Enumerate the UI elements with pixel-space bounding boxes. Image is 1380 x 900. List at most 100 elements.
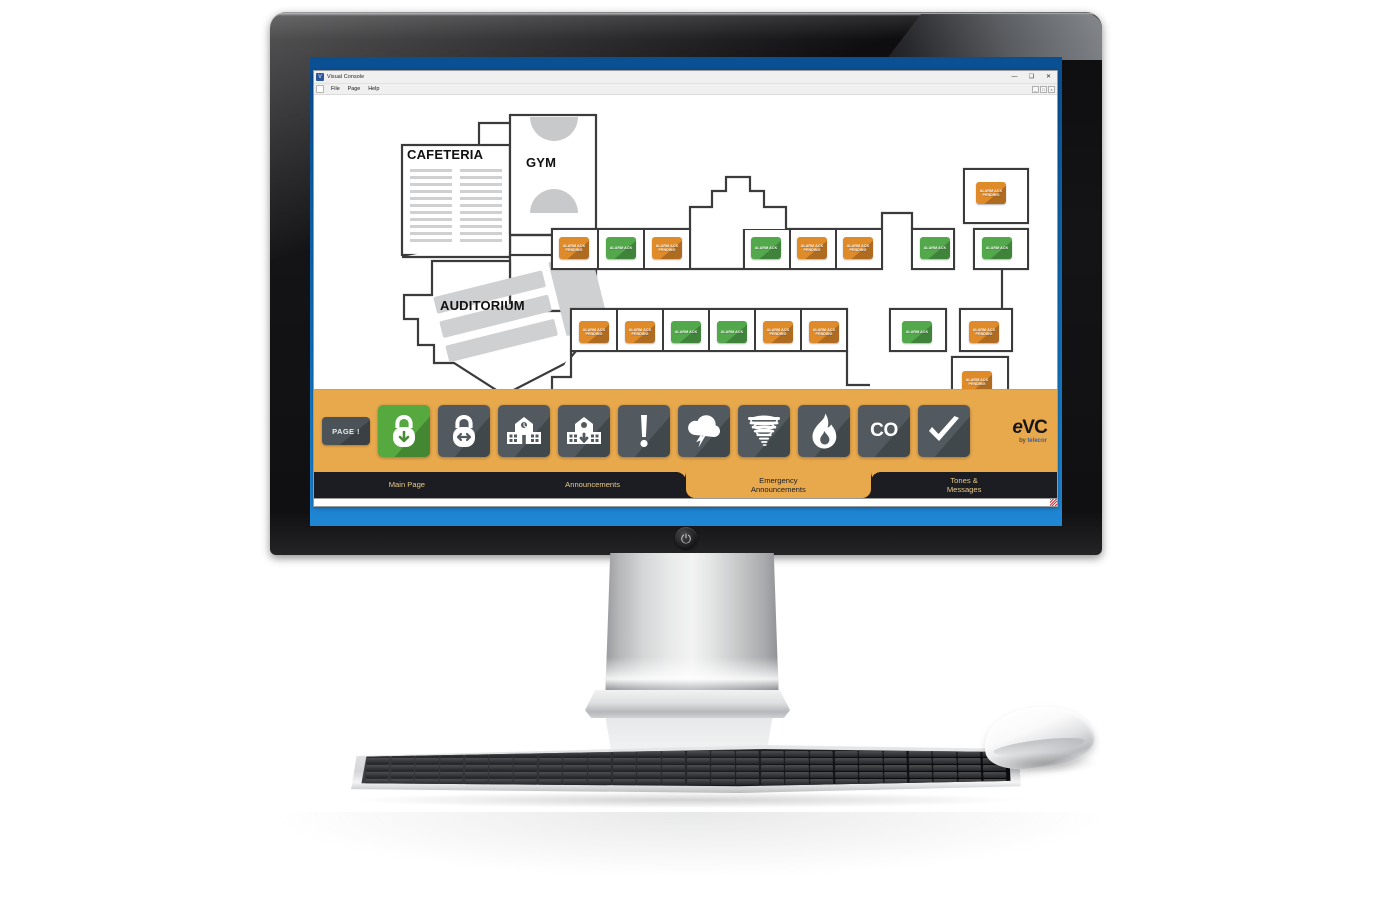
window-titlebar[interactable]: V Visual Console — ❑ ✕ [314,71,1057,84]
alarm-button-ack[interactable]: ALARM ACK [671,321,701,343]
monitor-power-button[interactable]: ⏻ [675,527,697,549]
power-icon: ⏻ [680,530,692,546]
school-evacuate-icon [506,416,542,446]
alarm-button-label: ALARM ACK PENDING [766,327,790,336]
alarm-button-label: ALARM ACK PENDING [979,188,1003,197]
window-title: Visual Console [327,74,365,80]
alarm-button-ack[interactable]: ALARM ACK [717,321,747,343]
doc-close-button[interactable]: × [1048,85,1055,93]
tagline-brand: telecor [1027,438,1047,444]
tornado-icon [747,414,781,448]
shelter-in-place-button[interactable] [558,405,610,457]
application-icon: V [316,73,324,81]
document-window-controls[interactable]: _ □ × [1032,85,1057,93]
alarm-button-pending[interactable]: ALARM ACK PENDING [843,237,873,259]
alarm-button-pending[interactable]: ALARM ACK PENDING [579,321,609,343]
alarm-button-label: ALARM ACK PENDING [846,243,870,252]
padlock-horizontal-arrows-icon [449,414,479,448]
lockdown-button[interactable] [378,405,430,457]
doc-minimize-button[interactable]: _ [1032,85,1039,93]
keyboard-key-grid [365,751,1006,785]
storm-cloud-lightning-icon [685,415,723,447]
general-alert-button[interactable] [618,405,670,457]
monitor-stand-neck [605,553,779,703]
menu-page[interactable]: Page [344,85,365,93]
tab-label: Main Page [388,480,426,490]
resize-grip[interactable] [1050,499,1057,506]
alarm-button-label: ALARM ACK PENDING [972,327,996,336]
monitor-stand-base [585,690,790,718]
tab-label-line2: Announcements [750,485,806,494]
tornado-button[interactable] [738,405,790,457]
alarm-button-pending[interactable]: ALARM ACK PENDING [797,237,827,259]
desk-reflection [280,812,1100,876]
maximize-button[interactable]: ❑ [1023,71,1040,84]
page-button-label: PAGE ! [332,426,360,436]
tab-main-page[interactable]: Main Page [314,472,500,498]
alarm-button-label: ALARM ACK [609,245,633,250]
alarm-button-pending[interactable]: ALARM ACK PENDING [969,321,999,343]
carbon-monoxide-button[interactable]: CO [858,405,910,457]
tab-tones-messages[interactable]: Tones & Messages [871,472,1057,498]
alarm-button-label: ALARM ACK PENDING [628,327,652,336]
alarm-button-label: ALARM ACK PENDING [800,243,824,252]
menu-help[interactable]: Help [364,85,383,93]
alarm-button-ack[interactable]: ALARM ACK [982,237,1012,259]
tab-label-line2: Messages [946,485,982,494]
alarm-button-label: ALARM ACK PENDING [812,327,836,336]
floorplan-canvas[interactable]: CAFETERIA GYM AUDITORIUM ALARM ACK PENDI… [314,95,1057,389]
alarm-button-pending[interactable]: ALARM ACK PENDING [652,237,682,259]
alarm-button-pending[interactable]: ALARM ACK PENDING [976,182,1006,204]
alarm-button-pending[interactable]: ALARM ACK PENDING [763,321,793,343]
doc-restore-button[interactable]: □ [1040,85,1047,93]
room-label-cafeteria: CAFETERIA [407,147,484,162]
menu-bar[interactable]: File Page Help _ □ × [314,84,1057,95]
computer-monitor: V Visual Console — ❑ ✕ File Page Help _ … [270,12,1102,555]
tab-announcements[interactable]: Announcements [500,472,686,498]
school-shelter-icon [566,416,602,446]
alarm-button-ack[interactable]: ALARM ACK [902,321,932,343]
alarm-button-label: ALARM ACK [720,329,744,334]
co-text-icon: CO [870,420,898,441]
alarm-button-pending[interactable]: ALARM ACK PENDING [625,321,655,343]
flame-icon [811,413,837,449]
close-button[interactable]: ✕ [1040,71,1057,84]
emergency-control-bar[interactable]: PAGE ! CO eVC by telecor [314,389,1057,472]
alarm-button-pending[interactable]: ALARM ACK PENDING [809,321,839,343]
alarm-button-ack[interactable]: ALARM ACK [751,237,781,259]
tab-label-line1: Tones & [950,475,978,485]
evacuate-button[interactable] [498,405,550,457]
visual-console-window[interactable]: V Visual Console — ❑ ✕ File Page Help _ … [313,70,1058,507]
room-label-gym: GYM [526,155,557,170]
tab-emergency-announcements[interactable]: Emergency Announcements [675,472,881,498]
alarm-button-label: ALARM ACK [674,329,698,334]
menu-file[interactable]: File [327,85,344,93]
evc-logo-vc: VC [1022,417,1048,438]
lockout-button[interactable] [438,405,490,457]
evc-logo: eVC by telecor [1012,418,1047,444]
alarm-button-pending[interactable]: ALARM ACK PENDING [962,371,992,389]
window-controls[interactable]: — ❑ ✕ [1006,71,1057,84]
bezel-glare [886,14,1102,60]
page-button[interactable]: PAGE ! [322,417,370,445]
checkmark-icon [927,416,961,446]
evc-logo-e: e [1012,417,1023,438]
exclamation-icon [636,414,652,448]
document-icon [316,85,324,93]
alarm-button-label: ALARM ACK [985,245,1009,250]
alarm-button-ack[interactable]: ALARM ACK [606,237,636,259]
padlock-down-arrow-icon [389,414,419,448]
alarm-button-pending[interactable]: ALARM ACK PENDING [559,237,589,259]
minimize-button[interactable]: — [1006,71,1023,84]
fire-button[interactable] [798,405,850,457]
alarm-button-label: ALARM ACK PENDING [582,327,606,336]
evc-logo-mark: eVC [1012,418,1047,437]
severe-weather-button[interactable] [678,405,730,457]
keyboard[interactable] [351,745,1021,793]
room-label-auditorium: AUDITORIUM [440,298,525,313]
keyboard-shadow [360,792,1012,808]
tab-strip[interactable]: Main Page Announcements Emergency Announ… [314,472,1057,498]
alarm-button-ack[interactable]: ALARM ACK [920,237,950,259]
alarm-button-label: ALARM ACK PENDING [965,377,989,386]
all-clear-button[interactable] [918,405,970,457]
